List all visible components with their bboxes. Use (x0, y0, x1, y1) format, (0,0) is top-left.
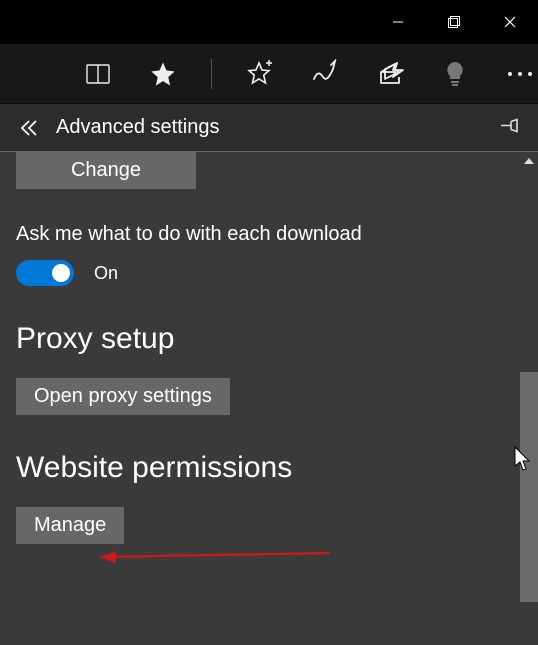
more-icon[interactable] (503, 56, 538, 92)
manage-permissions-button[interactable]: Manage (16, 507, 124, 544)
proxy-section-heading: Proxy setup (16, 322, 504, 356)
close-button[interactable] (482, 0, 538, 44)
add-favorite-icon[interactable] (242, 56, 277, 92)
change-button[interactable]: Change (16, 152, 196, 189)
notes-icon[interactable] (307, 56, 342, 92)
ask-download-toggle[interactable] (16, 260, 74, 286)
scrollbar[interactable] (520, 152, 538, 645)
ask-download-state: On (94, 263, 118, 284)
scrollbar-thumb[interactable] (520, 372, 538, 602)
window-titlebar (0, 0, 538, 44)
toggle-thumb (52, 264, 70, 282)
tip-icon[interactable] (437, 56, 472, 92)
toolbar-separator (211, 59, 212, 89)
settings-header: Advanced settings (0, 104, 538, 152)
reading-list-icon[interactable] (80, 56, 115, 92)
pin-icon[interactable] (498, 114, 520, 141)
permissions-section-heading: Website permissions (16, 451, 504, 485)
favorite-star-icon[interactable] (145, 56, 180, 92)
open-proxy-button[interactable]: Open proxy settings (16, 378, 230, 415)
settings-title: Advanced settings (56, 116, 219, 139)
back-icon[interactable] (18, 117, 40, 139)
share-icon[interactable] (372, 56, 407, 92)
mouse-cursor-icon (514, 446, 532, 477)
settings-content: Change Ask me what to do with each downl… (0, 152, 520, 645)
app-toolbar (0, 44, 538, 104)
minimize-button[interactable] (370, 0, 426, 44)
maximize-button[interactable] (426, 0, 482, 44)
scroll-up-icon[interactable] (520, 152, 538, 170)
ask-download-label: Ask me what to do with each download (16, 223, 504, 246)
